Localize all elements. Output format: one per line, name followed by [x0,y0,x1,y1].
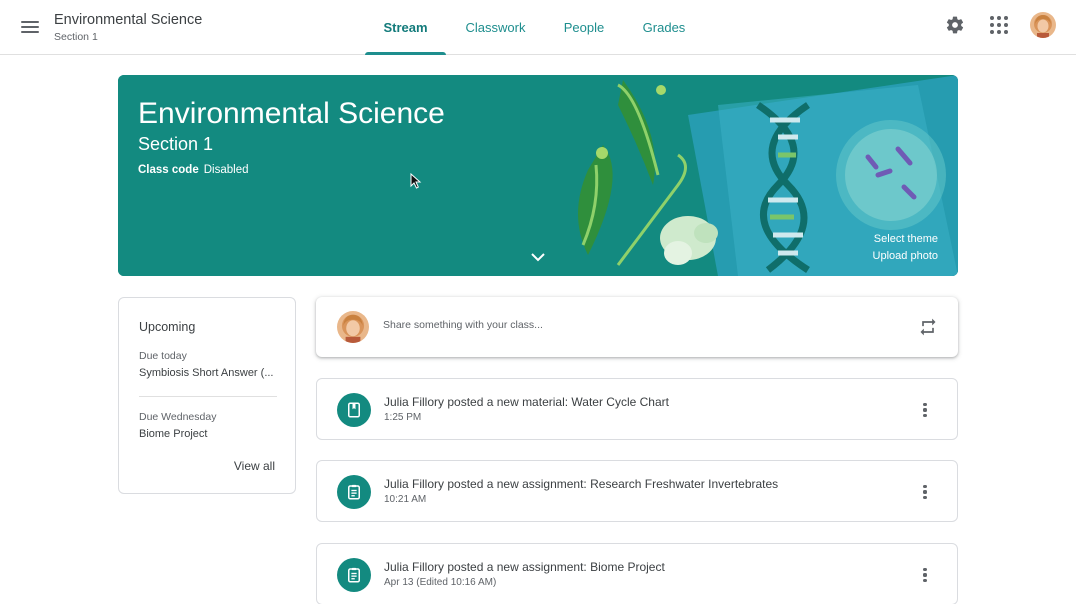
stream-post[interactable]: Julia Fillory posted a new material: Wat… [316,378,958,440]
upcoming-due: Due today [139,350,187,362]
mouse-cursor-icon [410,173,422,189]
class-code: Class code Disabled [138,164,248,176]
chevron-down-icon[interactable] [528,249,548,265]
tab-stream[interactable]: Stream [365,0,446,55]
post-time: 1:25 PM [384,412,422,423]
upload-photo-link[interactable]: Upload photo [873,248,938,265]
select-theme-link[interactable]: Select theme [873,231,938,248]
stream-post[interactable]: Julia Fillory posted a new assignment: R… [316,460,958,522]
material-icon [337,393,371,427]
class-code-label: Class code [138,164,199,176]
assignment-icon [337,475,371,509]
divider [139,396,277,397]
tab-grades[interactable]: Grades [623,0,705,55]
more-vert-icon[interactable] [915,482,935,502]
post-time: Apr 13 (Edited 10:16 AM) [384,577,497,588]
banner-class-title: Environmental Science [138,97,445,130]
share-input[interactable] [383,319,863,331]
assignment-icon [337,558,371,592]
menu-icon[interactable] [18,15,42,39]
class-section: Section 1 [54,31,98,43]
class-tabs: Stream Classwork People Grades [365,0,705,55]
upcoming-due: Due Wednesday [139,411,217,423]
upcoming-item[interactable]: Due today Symbiosis Short Answer (... [139,350,277,379]
upcoming-title: Upcoming [139,320,196,334]
top-app-bar: Environmental Science Section 1 Stream C… [0,0,1076,55]
upcoming-name[interactable]: Symbiosis Short Answer (... [139,367,277,379]
tab-classwork[interactable]: Classwork [446,0,545,55]
class-code-value: Disabled [203,164,249,176]
upcoming-card: Upcoming Due today Symbiosis Short Answe… [118,297,296,494]
gear-icon[interactable] [942,12,968,38]
tab-people[interactable]: People [545,0,623,55]
share-box[interactable] [316,297,958,357]
avatar[interactable] [1030,12,1056,38]
repost-icon[interactable] [918,317,938,337]
apps-grid-icon[interactable] [986,12,1012,38]
class-title[interactable]: Environmental Science [54,12,202,28]
banner-section: Section 1 [138,134,214,154]
view-all-link[interactable]: View all [234,459,275,473]
stream-post[interactable]: Julia Fillory posted a new assignment: B… [316,543,958,604]
top-right-actions [942,12,1056,38]
post-title: Julia Fillory posted a new assignment: B… [384,560,665,574]
upcoming-item[interactable]: Due Wednesday Biome Project [139,411,277,440]
post-time: 10:21 AM [384,494,427,505]
post-title: Julia Fillory posted a new material: Wat… [384,395,669,409]
avatar [337,311,369,343]
upcoming-name[interactable]: Biome Project [139,428,277,440]
more-vert-icon[interactable] [915,400,935,420]
post-title: Julia Fillory posted a new assignment: R… [384,477,779,491]
class-banner: Environmental Science Section 1 Class co… [118,75,958,276]
more-vert-icon[interactable] [915,565,935,585]
banner-actions: Select theme Upload photo [873,231,938,265]
